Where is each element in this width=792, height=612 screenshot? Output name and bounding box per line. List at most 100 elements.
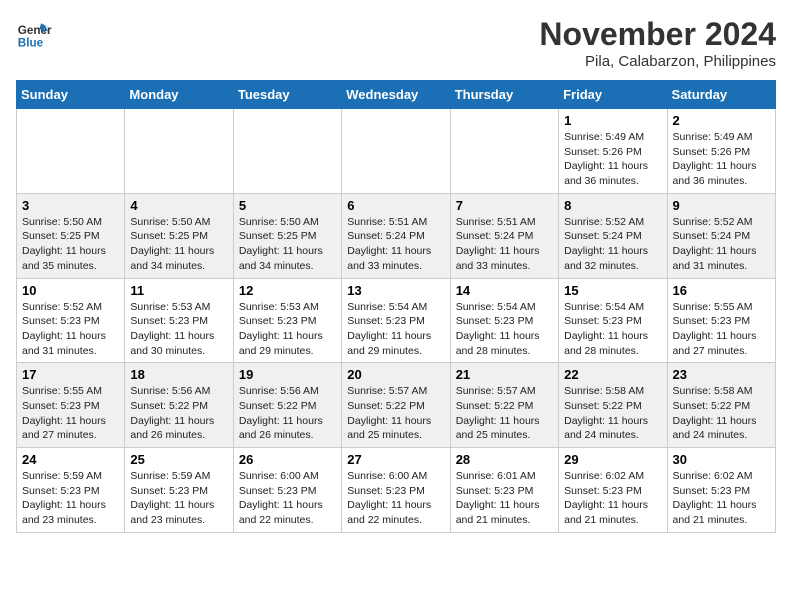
calendar-cell: 16 Sunrise: 5:55 AMSunset: 5:23 PMDayligh… — [667, 278, 775, 363]
day-info: Sunrise: 6:01 AMSunset: 5:23 PMDaylight:… — [456, 469, 553, 528]
day-number: 1 — [564, 113, 661, 128]
calendar-cell: 20Sunrise: 5:57 AMSunset: 5:22 PMDayligh… — [342, 363, 450, 448]
day-info: Sunrise: 5:59 AMSunset: 5:23 PMDaylight:… — [130, 469, 227, 528]
day-info: Sunrise: 6:00 AMSunset: 5:23 PMDaylight:… — [347, 469, 444, 528]
calendar-cell — [17, 109, 125, 194]
calendar-cell: 26 Sunrise: 6:00 AMSunset: 5:23 PMDayligh… — [233, 448, 341, 533]
day-info: Sunrise: 5:55 AMSunset: 5:23 PMDaylight:… — [22, 384, 119, 443]
day-number: 27 — [347, 452, 444, 467]
calendar-cell: 21Sunrise: 5:57 AMSunset: 5:22 PMDayligh… — [450, 363, 558, 448]
calendar-cell: 22Sunrise: 5:58 AMSunset: 5:22 PMDayligh… — [559, 363, 667, 448]
calendar-cell: 25 Sunrise: 5:59 AMSunset: 5:23 PMDayligh… — [125, 448, 233, 533]
day-info: Sunrise: 5:53 AMSunset: 5:23 PMDaylight:… — [239, 300, 336, 359]
day-info: Sunrise: 5:50 AMSunset: 5:25 PMDaylight:… — [130, 215, 227, 274]
calendar-cell: 12 Sunrise: 5:53 AMSunset: 5:23 PMDayligh… — [233, 278, 341, 363]
day-number: 2 — [673, 113, 770, 128]
day-number: 22 — [564, 367, 661, 382]
day-number: 9 — [673, 198, 770, 213]
day-number: 23 — [673, 367, 770, 382]
calendar-week-row: 1 Sunrise: 5:49 AMSunset: 5:26 PMDaylight… — [17, 109, 776, 194]
weekday-header-row: SundayMondayTuesdayWednesdayThursdayFrid… — [17, 81, 776, 109]
day-number: 4 — [130, 198, 227, 213]
day-info: Sunrise: 5:58 AMSunset: 5:22 PMDaylight:… — [673, 384, 770, 443]
calendar-week-row: 17 Sunrise: 5:55 AMSunset: 5:23 PMDayligh… — [17, 363, 776, 448]
day-info: Sunrise: 5:52 AMSunset: 5:24 PMDaylight:… — [673, 215, 770, 274]
calendar-cell: 11Sunrise: 5:53 AMSunset: 5:23 PMDayligh… — [125, 278, 233, 363]
weekday-header: Monday — [125, 81, 233, 109]
day-number: 8 — [564, 198, 661, 213]
day-info: Sunrise: 6:02 AMSunset: 5:23 PMDaylight:… — [564, 469, 661, 528]
calendar-cell — [233, 109, 341, 194]
calendar-cell — [125, 109, 233, 194]
weekday-header: Friday — [559, 81, 667, 109]
svg-text:Blue: Blue — [18, 37, 44, 50]
calendar-cell: 7 Sunrise: 5:51 AMSunset: 5:24 PMDaylight… — [450, 193, 558, 278]
day-info: Sunrise: 5:53 AMSunset: 5:23 PMDaylight:… — [130, 300, 227, 359]
calendar-cell: 28 Sunrise: 6:01 AMSunset: 5:23 PMDayligh… — [450, 448, 558, 533]
day-number: 12 — [239, 283, 336, 298]
day-info: Sunrise: 5:57 AMSunset: 5:22 PMDaylight:… — [347, 384, 444, 443]
day-number: 28 — [456, 452, 553, 467]
calendar-cell: 27 Sunrise: 6:00 AMSunset: 5:23 PMDayligh… — [342, 448, 450, 533]
day-info: Sunrise: 6:02 AMSunset: 5:23 PMDaylight:… — [673, 469, 770, 528]
day-number: 17 — [22, 367, 119, 382]
calendar-cell: 4 Sunrise: 5:50 AMSunset: 5:25 PMDaylight… — [125, 193, 233, 278]
page-subtitle: Pila, Calabarzon, Philippines — [539, 53, 776, 70]
day-info: Sunrise: 5:50 AMSunset: 5:25 PMDaylight:… — [239, 215, 336, 274]
weekday-header: Saturday — [667, 81, 775, 109]
calendar-cell: 18 Sunrise: 5:56 AMSunset: 5:22 PMDayligh… — [125, 363, 233, 448]
calendar-body: 1 Sunrise: 5:49 AMSunset: 5:26 PMDaylight… — [17, 109, 776, 533]
day-number: 14 — [456, 283, 553, 298]
day-number: 5 — [239, 198, 336, 213]
day-number: 13 — [347, 283, 444, 298]
day-info: Sunrise: 5:56 AMSunset: 5:22 PMDaylight:… — [239, 384, 336, 443]
logo: General Blue — [16, 16, 52, 52]
calendar-cell: 13 Sunrise: 5:54 AMSunset: 5:23 PMDayligh… — [342, 278, 450, 363]
day-number: 16 — [673, 283, 770, 298]
day-info: Sunrise: 5:57 AMSunset: 5:22 PMDaylight:… — [456, 384, 553, 443]
title-block: November 2024 Pila, Calabarzon, Philippi… — [539, 16, 776, 70]
calendar-cell: 30Sunrise: 6:02 AMSunset: 5:23 PMDayligh… — [667, 448, 775, 533]
day-info: Sunrise: 5:51 AMSunset: 5:24 PMDaylight:… — [456, 215, 553, 274]
calendar-cell: 2 Sunrise: 5:49 AMSunset: 5:26 PMDaylight… — [667, 109, 775, 194]
calendar-cell: 15Sunrise: 5:54 AMSunset: 5:23 PMDayligh… — [559, 278, 667, 363]
day-number: 26 — [239, 452, 336, 467]
calendar-cell — [342, 109, 450, 194]
day-number: 25 — [130, 452, 227, 467]
calendar-cell: 5 Sunrise: 5:50 AMSunset: 5:25 PMDaylight… — [233, 193, 341, 278]
day-info: Sunrise: 5:52 AMSunset: 5:24 PMDaylight:… — [564, 215, 661, 274]
calendar-cell: 9 Sunrise: 5:52 AMSunset: 5:24 PMDaylight… — [667, 193, 775, 278]
calendar-cell: 1 Sunrise: 5:49 AMSunset: 5:26 PMDaylight… — [559, 109, 667, 194]
calendar-cell: 29 Sunrise: 6:02 AMSunset: 5:23 PMDayligh… — [559, 448, 667, 533]
day-info: Sunrise: 5:54 AMSunset: 5:23 PMDaylight:… — [347, 300, 444, 359]
day-number: 7 — [456, 198, 553, 213]
day-info: Sunrise: 5:49 AMSunset: 5:26 PMDaylight:… — [673, 130, 770, 189]
day-info: Sunrise: 5:52 AMSunset: 5:23 PMDaylight:… — [22, 300, 119, 359]
calendar-cell: 8 Sunrise: 5:52 AMSunset: 5:24 PMDaylight… — [559, 193, 667, 278]
day-number: 3 — [22, 198, 119, 213]
day-number: 29 — [564, 452, 661, 467]
day-info: Sunrise: 5:49 AMSunset: 5:26 PMDaylight:… — [564, 130, 661, 189]
weekday-header: Sunday — [17, 81, 125, 109]
calendar-cell: 14 Sunrise: 5:54 AMSunset: 5:23 PMDayligh… — [450, 278, 558, 363]
day-info: Sunrise: 5:59 AMSunset: 5:23 PMDaylight:… — [22, 469, 119, 528]
day-info: Sunrise: 5:56 AMSunset: 5:22 PMDaylight:… — [130, 384, 227, 443]
day-number: 19 — [239, 367, 336, 382]
day-info: Sunrise: 5:55 AMSunset: 5:23 PMDaylight:… — [673, 300, 770, 359]
calendar-cell: 17 Sunrise: 5:55 AMSunset: 5:23 PMDayligh… — [17, 363, 125, 448]
day-info: Sunrise: 5:54 AMSunset: 5:23 PMDaylight:… — [456, 300, 553, 359]
logo-icon: General Blue — [16, 16, 52, 52]
day-number: 10 — [22, 283, 119, 298]
weekday-header: Tuesday — [233, 81, 341, 109]
calendar-cell: 3Sunrise: 5:50 AMSunset: 5:25 PMDaylight… — [17, 193, 125, 278]
weekday-header: Wednesday — [342, 81, 450, 109]
calendar-header: SundayMondayTuesdayWednesdayThursdayFrid… — [17, 81, 776, 109]
calendar-cell: 10 Sunrise: 5:52 AMSunset: 5:23 PMDayligh… — [17, 278, 125, 363]
day-info: Sunrise: 6:00 AMSunset: 5:23 PMDaylight:… — [239, 469, 336, 528]
calendar-week-row: 10 Sunrise: 5:52 AMSunset: 5:23 PMDayligh… — [17, 278, 776, 363]
calendar-week-row: 24Sunrise: 5:59 AMSunset: 5:23 PMDayligh… — [17, 448, 776, 533]
day-number: 18 — [130, 367, 227, 382]
day-number: 6 — [347, 198, 444, 213]
day-info: Sunrise: 5:51 AMSunset: 5:24 PMDaylight:… — [347, 215, 444, 274]
page-title: November 2024 — [539, 16, 776, 53]
